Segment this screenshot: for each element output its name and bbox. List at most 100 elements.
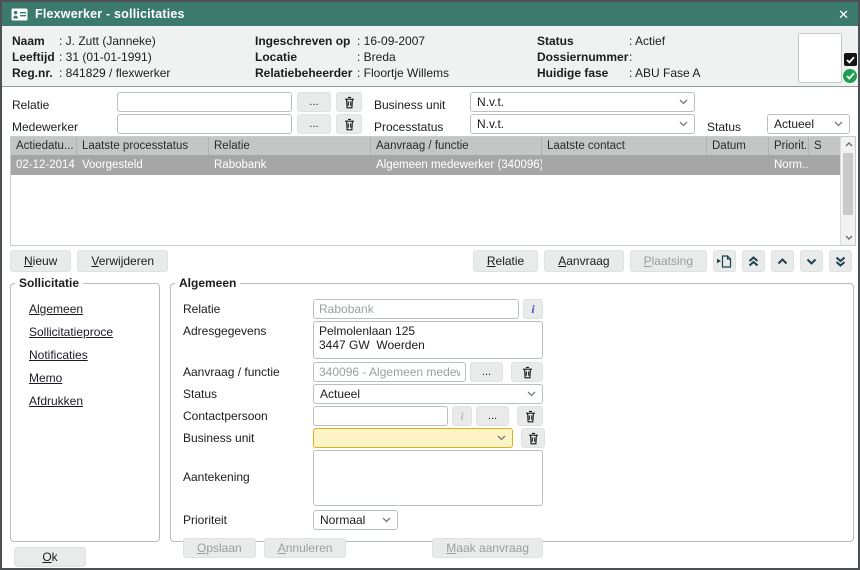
move-bottom-button[interactable] (829, 250, 852, 272)
green-check-icon (843, 69, 857, 83)
annuleren-button: Annuleren (264, 538, 347, 558)
ellipsis-icon: ... (309, 118, 318, 130)
new-document-button[interactable] (713, 250, 736, 272)
sidebar-item-algemeen[interactable]: Algemeen (29, 302, 159, 316)
prioriteit-select[interactable]: Normaal (313, 510, 398, 530)
info-column-1: NaamJ. Zutt (Janneke) Leeftijd31 (01-01-… (12, 33, 170, 81)
sollicitatie-groupbox: Sollicitatie Algemeen Sollicitatieproce … (10, 276, 160, 542)
aantekening-label: Aantekening (183, 450, 313, 484)
status-field-row: Status Actueel (183, 384, 853, 404)
ellipsis-icon: ... (482, 366, 491, 378)
toolbar-spacer (174, 250, 467, 272)
maak-aanvraag-button: Maak aanvraag (432, 538, 543, 558)
checkbox-checked-icon[interactable] (844, 53, 857, 66)
contactpersoon-clear-button[interactable] (517, 406, 543, 426)
ellipsis-icon: ... (309, 96, 318, 108)
filter-medewerker-clear-button[interactable] (336, 114, 362, 134)
form-buttons: Opslaan Annuleren Maak aanvraag (183, 538, 543, 558)
status-select[interactable]: Actueel (313, 384, 543, 404)
info-column-2: Ingeschreven op16-09-2007 LocatieBreda R… (255, 33, 449, 81)
contactpersoon-field-row: Contactpersoon i ... (183, 406, 853, 426)
sollicitatie-nav: Algemeen Sollicitatieproce Notificaties … (11, 290, 159, 408)
double-chevron-up-icon (748, 256, 759, 267)
sidebar-item-notificaties[interactable]: Notificaties (29, 348, 159, 362)
algemeen-form: Relatie i Adresgegevens Pelmolenlaan 125… (171, 290, 853, 558)
contactpersoon-label: Contactpersoon (183, 406, 313, 423)
column-header-actiedatum[interactable]: Actiedatu... (11, 137, 77, 155)
table-header-row: Actiedatu... Laatste processtatus Relati… (11, 137, 855, 155)
chevron-down-icon[interactable] (841, 230, 856, 245)
new-document-icon (717, 255, 732, 268)
aanvraag-functie-field-row: Aanvraag / functie ... (183, 362, 853, 382)
prioriteit-label: Prioriteit (183, 510, 313, 527)
aanvraag-functie-label: Aanvraag / functie (183, 362, 313, 379)
sidebar-item-afdrukken[interactable]: Afdrukken (29, 394, 159, 408)
filter-business-unit-select[interactable]: N.v.t. (470, 92, 695, 112)
aanvraag-functie-clear-button[interactable] (511, 362, 543, 382)
column-header-datum[interactable]: Datum (707, 137, 769, 155)
move-down-button[interactable] (800, 250, 823, 272)
trash-icon (344, 118, 355, 131)
column-header-laatste-contact[interactable]: Laatste contact (542, 137, 707, 155)
chevron-down-icon (806, 258, 817, 265)
sollicitatie-legend: Sollicitatie (15, 276, 83, 290)
scrollbar-thumb[interactable] (843, 153, 853, 215)
prioriteit-field-row: Prioriteit Normaal (183, 510, 853, 530)
filter-status-select[interactable]: Actueel (767, 114, 850, 134)
chevron-down-icon (382, 517, 391, 523)
sidebar-item-memo[interactable]: Memo (29, 371, 159, 385)
filter-relatie-clear-button[interactable] (336, 92, 362, 112)
toolbar: Nieuw Verwijderen Relatie Aanvraag Plaat… (10, 250, 852, 272)
ok-button[interactable]: Ok (14, 547, 86, 567)
status-label: Status (183, 384, 313, 401)
relatie-label: Relatie (183, 299, 313, 316)
contactpersoon-input[interactable] (313, 406, 448, 426)
photo-placeholder (798, 33, 842, 83)
table-vertical-scrollbar[interactable] (840, 137, 855, 245)
close-icon[interactable]: ✕ (838, 8, 849, 21)
chevron-down-icon (834, 121, 843, 127)
nieuw-button[interactable]: Nieuw (10, 250, 71, 272)
aanvraag-functie-input (313, 362, 466, 382)
business-unit-clear-button[interactable] (521, 428, 545, 448)
adresgegevens-field-row: Adresgegevens Pelmolenlaan 125 3447 GW W… (183, 321, 853, 359)
adresgegevens-textarea[interactable]: Pelmolenlaan 125 3447 GW Woerden (313, 321, 543, 359)
relatie-input (313, 299, 519, 319)
filter-medewerker-input[interactable] (117, 114, 292, 134)
relatie-info-button[interactable]: i (523, 299, 543, 319)
filter-relatie-browse-button[interactable]: ... (297, 92, 331, 112)
filter-relatie-input[interactable] (117, 92, 292, 112)
column-header-aanvraag-functie[interactable]: Aanvraag / functie (371, 137, 542, 155)
info-naam: NaamJ. Zutt (Janneke) (12, 33, 170, 49)
aanvraag-functie-browse-button[interactable]: ... (470, 362, 503, 382)
info-locatie: LocatieBreda (255, 49, 449, 65)
filter-processtatus-select[interactable]: N.v.t. (470, 114, 695, 134)
aanvraag-button[interactable]: Aanvraag (544, 250, 623, 272)
chevron-up-icon (777, 258, 788, 265)
aantekening-textarea[interactable] (313, 450, 543, 506)
move-top-button[interactable] (742, 250, 765, 272)
person-info-header: NaamJ. Zutt (Janneke) Leeftijd31 (01-01-… (2, 26, 858, 87)
column-header-prioriteit[interactable]: Priorit... (769, 137, 809, 155)
column-header-relatie[interactable]: Relatie (209, 137, 371, 155)
sidebar-item-sollicitatieproces[interactable]: Sollicitatieproce (29, 325, 159, 339)
chevron-down-icon (497, 435, 506, 441)
algemeen-legend: Algemeen (175, 276, 240, 290)
chevron-down-icon (679, 121, 688, 127)
sollicitaties-table: Actiedatu... Laatste processtatus Relati… (10, 136, 856, 246)
table-row[interactable]: 02-12-2014 Voorgesteld Rabobank Algemeen… (11, 155, 855, 175)
contactpersoon-browse-button[interactable]: ... (476, 406, 509, 426)
column-header-laatste-processtatus[interactable]: Laatste processtatus (77, 137, 209, 155)
trash-icon (525, 410, 536, 423)
info-leeftijd: Leeftijd31 (01-01-1991) (12, 49, 170, 65)
chevron-up-icon[interactable] (841, 137, 856, 152)
double-chevron-down-icon (835, 256, 846, 267)
trash-icon (522, 366, 533, 379)
id-card-icon (11, 8, 28, 21)
business-unit-select[interactable] (313, 428, 513, 448)
relatie-button[interactable]: Relatie (473, 250, 538, 272)
move-up-button[interactable] (771, 250, 794, 272)
plaatsing-button: Plaatsing (630, 250, 707, 272)
verwijderen-button[interactable]: Verwijderen (77, 250, 168, 272)
filter-medewerker-browse-button[interactable]: ... (297, 114, 331, 134)
